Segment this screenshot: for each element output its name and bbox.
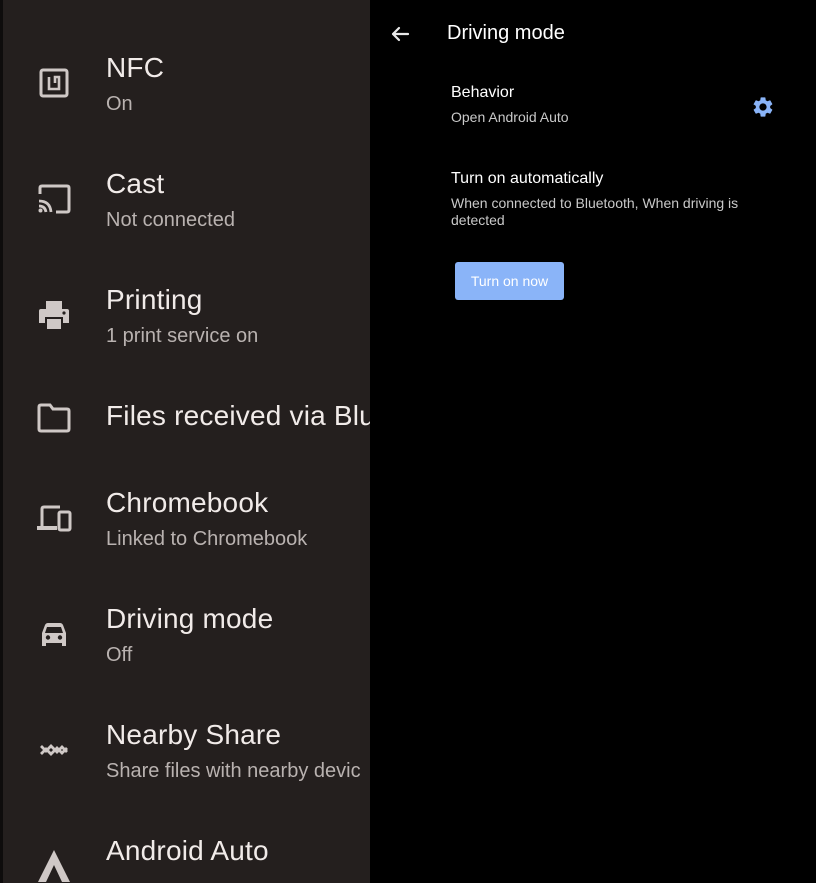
pref-item-cast[interactable]: Cast Not connected bbox=[0, 142, 370, 252]
nfc-icon bbox=[36, 65, 72, 101]
devices-icon bbox=[36, 500, 72, 536]
turn-on-automatically-preference[interactable]: Turn on automatically When connected to … bbox=[370, 160, 816, 240]
pref-summary: 1 print service on bbox=[106, 325, 259, 347]
pref-item-android-auto[interactable]: Android Auto bbox=[0, 809, 370, 883]
pref-item-nearby-share[interactable]: Nearby Share Share files with nearby dev… bbox=[0, 693, 370, 803]
pref-title: Android Auto bbox=[106, 835, 269, 866]
pref-item-driving-mode[interactable]: Driving mode Off bbox=[0, 577, 370, 687]
pref-title: Nearby Share bbox=[106, 719, 282, 750]
android-auto-icon bbox=[36, 848, 72, 883]
pref-summary: Off bbox=[106, 644, 133, 666]
connection-preferences-panel: NFC On Cast Not connected Printing 1 pri… bbox=[0, 0, 370, 883]
pref-title: Chromebook bbox=[106, 487, 269, 518]
printer-icon bbox=[36, 297, 72, 333]
gear-icon[interactable] bbox=[751, 95, 775, 119]
behavior-summary: Open Android Auto bbox=[451, 109, 569, 125]
folder-icon bbox=[36, 399, 72, 435]
turn-on-automatically-title: Turn on automatically bbox=[451, 170, 604, 187]
pref-title: Files received via Blu bbox=[106, 400, 370, 431]
behavior-title: Behavior bbox=[451, 84, 515, 101]
pref-title: Driving mode bbox=[106, 603, 274, 634]
pref-summary: Linked to Chromebook bbox=[106, 528, 308, 550]
pref-title: NFC bbox=[106, 52, 165, 83]
pref-item-nfc[interactable]: NFC On bbox=[0, 26, 370, 136]
pref-title: Printing bbox=[106, 284, 203, 315]
pref-summary: Share files with nearby devic bbox=[106, 760, 361, 782]
pref-item-printing[interactable]: Printing 1 print service on bbox=[0, 258, 370, 368]
cast-icon bbox=[36, 181, 72, 217]
turn-on-now-button[interactable]: Turn on now bbox=[455, 262, 564, 300]
turn-on-automatically-summary: When connected to Bluetooth, When drivin… bbox=[451, 195, 739, 228]
arrow-back-icon[interactable] bbox=[386, 20, 414, 48]
nearby-share-icon bbox=[36, 732, 72, 768]
pref-item-chromebook[interactable]: Chromebook Linked to Chromebook bbox=[0, 461, 370, 571]
behavior-preference[interactable]: Behavior Open Android Auto bbox=[370, 76, 816, 138]
pref-title: Cast bbox=[106, 168, 165, 199]
driving-mode-detail-panel: Driving mode Behavior Open Android Auto … bbox=[370, 0, 816, 883]
pref-summary: Not connected bbox=[106, 209, 235, 231]
car-icon bbox=[36, 616, 72, 652]
screen: NFC On Cast Not connected Printing 1 pri… bbox=[0, 0, 816, 883]
pref-summary: On bbox=[106, 93, 133, 115]
page-title: Driving mode bbox=[447, 22, 565, 44]
